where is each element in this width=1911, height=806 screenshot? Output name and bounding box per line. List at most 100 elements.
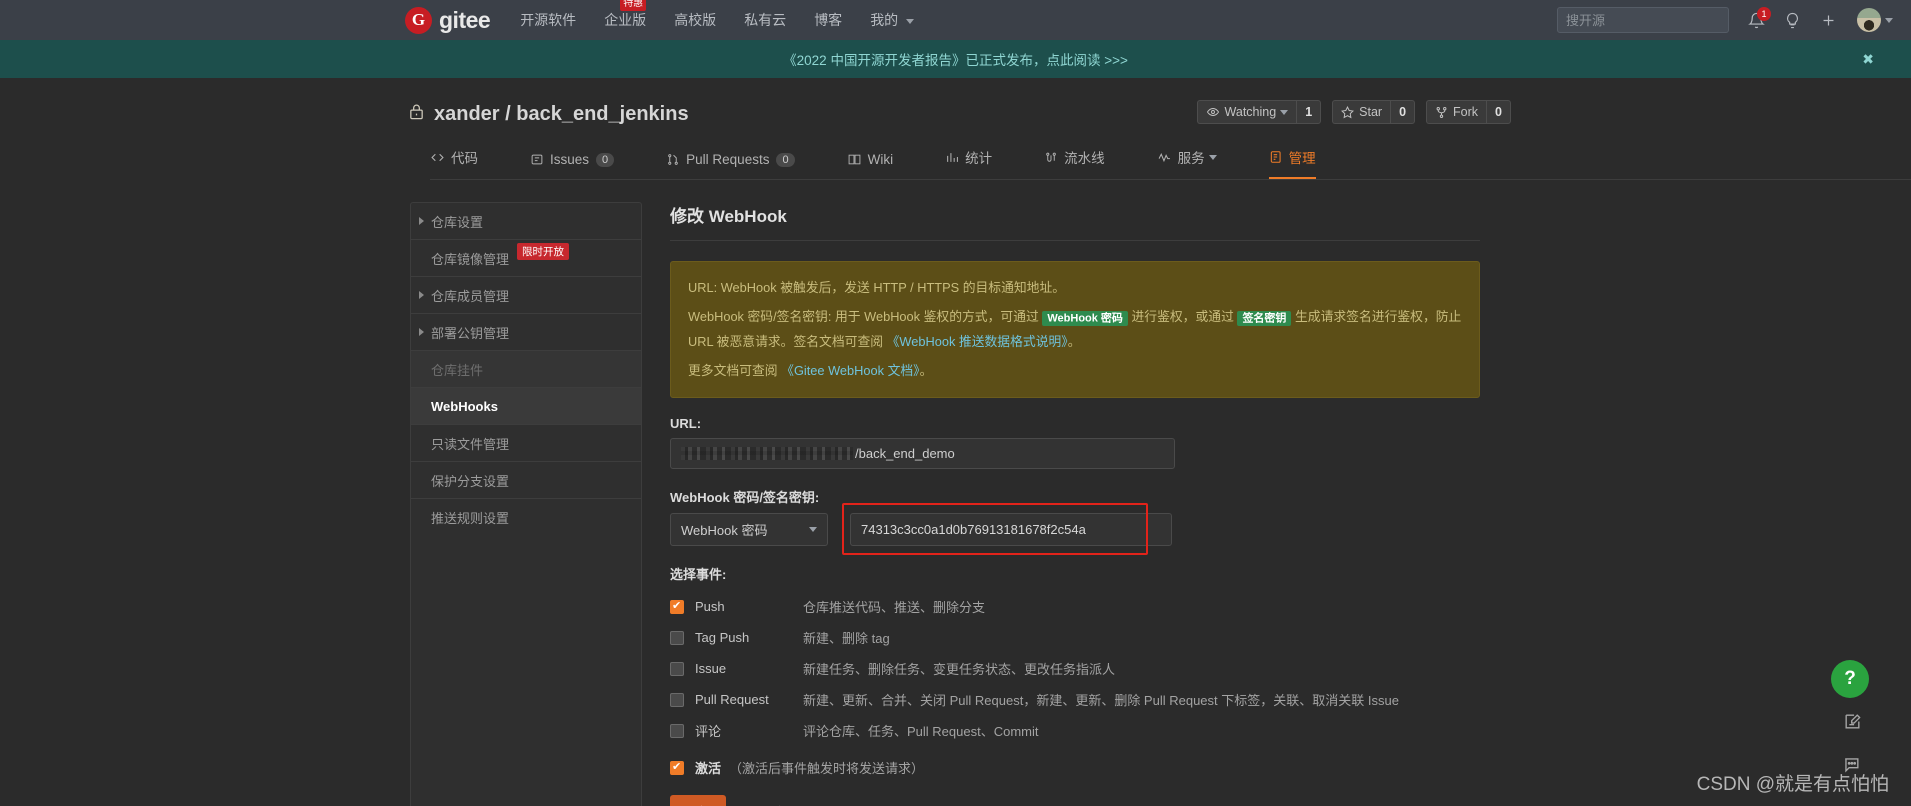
chevron-down-icon[interactable] (1885, 17, 1893, 23)
settings-sidebar: 仓库设置 仓库镜像管理 限时开放 仓库成员管理 部署公钥管理 仓库挂件 WebH… (410, 202, 642, 806)
event-row-issue[interactable]: Issue 新建任务、删除任务、变更任务状态、更改任务指派人 (670, 653, 1480, 684)
sidebar-item-widgets[interactable]: 仓库挂件 (411, 351, 641, 388)
secret-value-input[interactable]: 74313c3cc0a1d0b76913181678f2c54a (850, 513, 1172, 547)
event-row-pull-request[interactable]: Pull Request 新建、更新、合并、关闭 Pull Request，新建… (670, 684, 1480, 715)
checkbox-activate[interactable] (670, 760, 684, 775)
repo-title-row: xander / back_end_jenkins (408, 102, 1911, 126)
close-icon[interactable]: ✖ (1862, 51, 1874, 68)
tab-wiki[interactable]: Wiki (847, 152, 893, 179)
plus-icon[interactable] (1820, 12, 1837, 29)
event-row-push[interactable]: Push 仓库推送代码、推送、删除分支 (670, 591, 1480, 622)
events-label: 选择事件: (670, 567, 727, 583)
tab-manage[interactable]: 管理 (1268, 147, 1316, 179)
event-row-comment[interactable]: 评论 评论仓库、任务、Pull Request、Commit (670, 715, 1480, 746)
sidebar-item-webhooks[interactable]: WebHooks (411, 388, 641, 425)
tab-services[interactable]: 服务 (1157, 147, 1217, 179)
checkbox-pull-request[interactable] (670, 692, 684, 707)
chevron-down-icon (1280, 109, 1289, 115)
gitee-logo-text[interactable]: gitee (439, 7, 491, 34)
nav-link-university[interactable]: 高校版 (674, 10, 716, 30)
nav-link-label: 高校版 (674, 12, 717, 28)
checkbox-push[interactable] (670, 599, 684, 614)
sidebar-item-readonly-files[interactable]: 只读文件管理 (411, 425, 641, 462)
lightbulb-icon[interactable] (1784, 12, 1801, 29)
alert-text: 更多文档可查阅 (688, 362, 782, 378)
nav-link-enterprise[interactable]: 企业版 特惠 (604, 0, 647, 30)
nav-link-mine[interactable]: 我的 (870, 10, 915, 30)
event-desc: 仓库推送代码、推送、删除分支 (803, 600, 986, 616)
secret-type-select[interactable]: WebHook 密码 (670, 513, 828, 547)
alert-line-1: URL: WebHook 被触发后，发送 HTTP / HTTPS 的目标通知地… (688, 280, 1066, 295)
tab-statistics[interactable]: 统计 (945, 147, 992, 179)
sidebar-item-mirror-management[interactable]: 仓库镜像管理 限时开放 (411, 240, 641, 277)
star-button[interactable]: Star (1332, 100, 1391, 124)
tab-label: 服务 (1177, 151, 1205, 166)
event-desc: 评论仓库、任务、Pull Request、Commit (803, 724, 1039, 740)
sidebar-item-member-management[interactable]: 仓库成员管理 (411, 277, 641, 314)
tab-pull-requests[interactable]: Pull Requests 0 (666, 152, 795, 179)
gitee-logo-icon[interactable]: G (405, 6, 432, 34)
delete-button[interactable]: 删除 (758, 802, 784, 806)
help-button[interactable]: ? (1831, 660, 1869, 698)
nav-right-group: 1 (1557, 0, 1893, 40)
nav-link-label: 开源软件 (520, 12, 577, 28)
fork-button[interactable]: Fork (1426, 100, 1487, 124)
fork-count[interactable]: 0 (1486, 100, 1511, 124)
checkbox-issue[interactable] (670, 661, 684, 676)
checkbox-tag-push[interactable] (670, 630, 684, 645)
chevron-right-icon (419, 217, 424, 225)
bell-icon[interactable]: 1 (1748, 6, 1771, 29)
checkbox-comment[interactable] (670, 723, 684, 738)
nav-link-privatecloud[interactable]: 私有云 (744, 10, 786, 30)
webhook-form-panel: 修改 WebHook URL: WebHook 被触发后，发送 HTTP / H… (670, 202, 1480, 806)
sidebar-item-label: 仓库设置 (431, 214, 484, 230)
secret-value: 74313c3cc0a1d0b76913181678f2c54a (861, 522, 1086, 538)
watch-button[interactable]: Watching (1196, 100, 1297, 124)
watch-count[interactable]: 1 (1296, 100, 1322, 124)
url-input[interactable]: /back_end_demo (670, 438, 1175, 470)
event-name: Issue (695, 661, 727, 677)
sidebar-item-deploy-keys[interactable]: 部署公钥管理 (411, 314, 641, 351)
gitee-webhook-doc-link[interactable]: 《Gitee WebHook 文档》 (781, 363, 919, 378)
nav-links: 开源软件 企业版 特惠 高校版 私有云 博客 我的 (520, 0, 942, 30)
push-format-doc-link[interactable]: 《WebHook 推送数据格式说明》 (887, 334, 1068, 349)
secret-row: WebHook 密码 74313c3cc0a1d0b76913181678f2c… (670, 503, 1480, 556)
event-desc: 新建任务、删除任务、变更任务状态、更改任务指派人 (803, 662, 1116, 678)
tab-label: 统计 (965, 151, 993, 166)
chart-icon (945, 151, 959, 164)
sidebar-item-label: 部署公钥管理 (431, 325, 510, 341)
nav-link-blog[interactable]: 博客 (814, 10, 842, 30)
sidebar-item-protected-branches[interactable]: 保护分支设置 (411, 462, 641, 499)
alert-text: 。 (1067, 333, 1081, 349)
star-count[interactable]: 0 (1390, 100, 1416, 124)
tab-count: 0 (776, 152, 795, 167)
event-row-tag-push[interactable]: Tag Push 新建、删除 tag (670, 622, 1480, 653)
announcement-link[interactable]: 《2022 中国开源开发者报告》已正式发布，点此阅读 >>> (783, 49, 1128, 69)
activate-hint: （激活后事件触发时将发送请求） (729, 761, 925, 777)
event-name: Pull Request (695, 692, 769, 708)
repo-header: xander / back_end_jenkins Watching 1 Sta… (0, 78, 1911, 126)
sidebar-item-label: 仓库挂件 (431, 362, 484, 378)
form-buttons: 更新 删除 (670, 795, 1480, 806)
star-label: Star (1359, 105, 1383, 119)
chevron-down-icon (1208, 154, 1217, 160)
nav-link-label: 我的 (870, 12, 899, 28)
update-button[interactable]: 更新 (670, 795, 727, 806)
sidebar-item-repo-settings[interactable]: 仓库设置 (411, 203, 641, 240)
page-title[interactable]: xander / back_end_jenkins (434, 103, 689, 126)
repo-tabs: 代码 Issues 0 Pull Requests 0 Wiki 统计 流水线 … (430, 142, 1911, 180)
tab-issues[interactable]: Issues 0 (530, 152, 615, 179)
sidebar-item-push-rules[interactable]: 推送规则设置 (411, 499, 641, 536)
star-button-group: Star 0 (1332, 100, 1416, 124)
activity-icon (1157, 151, 1172, 164)
activate-row[interactable]: 激活 （激活后事件触发时将发送请求） (670, 758, 1480, 777)
nav-link-opensource[interactable]: 开源软件 (520, 10, 576, 30)
edit-note-icon[interactable] (1843, 712, 1862, 736)
search-input[interactable] (1557, 7, 1729, 33)
alert-text: 。 (919, 362, 933, 378)
tab-code[interactable]: 代码 (430, 147, 478, 179)
tab-pipeline[interactable]: 流水线 (1044, 147, 1105, 179)
tab-label: 代码 (451, 151, 478, 166)
book-icon (847, 153, 862, 166)
avatar[interactable] (1857, 8, 1881, 32)
